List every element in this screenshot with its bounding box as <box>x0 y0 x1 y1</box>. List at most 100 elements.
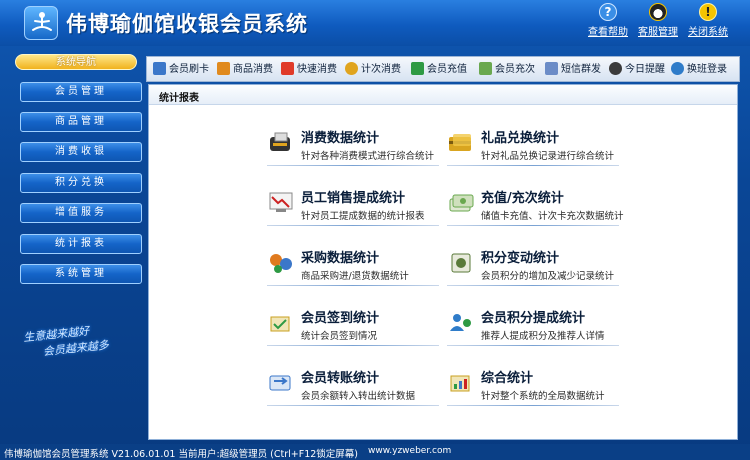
help-icon: ? <box>599 3 617 21</box>
card-divider <box>447 285 619 286</box>
section-header: 统计报表 <box>149 85 737 105</box>
close-system-button[interactable]: ! 关闭系统 <box>684 3 732 41</box>
toolbar-shift-login-button[interactable]: 换班登录 <box>671 61 727 79</box>
toolbar-label: 今日提醒 <box>625 64 665 75</box>
card-divider <box>267 345 439 346</box>
toolbar-label: 商品消费 <box>233 64 273 75</box>
card-title: 积分变动统计 <box>481 251 560 266</box>
status-bar: 伟博瑜伽馆会员管理系统 V21.06.01.01 当前用户:超级管理员 (Ctr… <box>0 444 750 460</box>
main-panel: 统计报表 消费数据统计 针对各种消费模式进行综合统计 礼品兑换统计 针对礼品兑换… <box>148 84 738 440</box>
card-desc: 储值卡充值、计次卡充次数据统计 <box>481 211 624 222</box>
card-desc: 商品采购进/退货数据统计 <box>301 271 409 282</box>
report-card-signin[interactable]: 会员签到统计 统计会员签到情况 <box>267 307 439 353</box>
sidebar-item-cashier[interactable]: 消费收银 <box>20 142 142 162</box>
sidebar-item-member-management[interactable]: 会员管理 <box>20 82 142 102</box>
sidebar-item-points-exchange[interactable]: 积分兑换 <box>20 173 142 193</box>
report-card-points-change[interactable]: 积分变动统计 会员积分的增加及减少记录统计 <box>447 247 619 293</box>
toolbar-member-recharge-button[interactable]: 会员充值 <box>411 61 467 79</box>
customer-service-button[interactable]: 客服管理 <box>634 3 682 41</box>
card-divider <box>267 405 439 406</box>
times-icon <box>479 62 492 75</box>
report-card-referral-points[interactable]: 会员积分提成统计 推荐人提成积分及推荐人详情 <box>447 307 619 353</box>
sidebar-title: 系统导航 <box>15 54 137 70</box>
sales-chart-icon <box>267 191 295 215</box>
toolbar-label: 会员充值 <box>427 64 467 75</box>
fast-icon <box>281 62 294 75</box>
gift-card-icon <box>447 131 475 155</box>
points-icon <box>447 251 475 275</box>
card-title: 会员签到统计 <box>301 311 380 326</box>
report-card-summary[interactable]: 综合统计 针对整个系统的全局数据统计 <box>447 367 619 413</box>
card-title: 会员转账统计 <box>301 371 380 386</box>
card-title: 综合统计 <box>481 371 534 386</box>
yoga-logo-icon <box>24 6 58 40</box>
toolbar-member-times-button[interactable]: 会员充次 <box>479 61 535 79</box>
goods-icon <box>217 62 230 75</box>
shift-icon <box>671 62 684 75</box>
sidebar-item-reports[interactable]: 统计报表 <box>20 234 142 254</box>
card-desc: 针对礼品兑换记录进行综合统计 <box>481 151 615 162</box>
summary-icon <box>447 371 475 395</box>
card-divider <box>447 225 619 226</box>
card-desc: 统计会员签到情况 <box>301 331 378 342</box>
card-divider <box>447 345 619 346</box>
sidebar: 系统导航 会员管理 商品管理 消费收银 积分兑换 增值服务 统计报表 系统管理 … <box>12 54 142 440</box>
signin-icon <box>267 311 295 335</box>
app-window: 伟博瑜伽馆收银会员系统 ? 查看帮助 客服管理 ! 关闭系统 系统导航 会员管理… <box>0 0 750 460</box>
card-desc: 针对整个系统的全局数据统计 <box>481 391 605 402</box>
pos-machine-icon <box>267 131 295 155</box>
status-url: www.yzweber.com <box>368 446 452 456</box>
header-bar: 伟博瑜伽馆收银会员系统 ? 查看帮助 客服管理 ! 关闭系统 <box>0 0 750 46</box>
customer-service-label: 客服管理 <box>638 27 678 38</box>
toolbar-today-reminder-button[interactable]: 今日提醒 <box>609 61 665 79</box>
toolbar-label: 换班登录 <box>687 64 727 75</box>
toolbar-count-consume-button[interactable]: 计次消费 <box>345 61 401 79</box>
report-card-consumption[interactable]: 消费数据统计 针对各种消费模式进行综合统计 <box>267 127 439 173</box>
sidebar-item-value-added[interactable]: 增值服务 <box>20 203 142 223</box>
card-divider <box>447 165 619 166</box>
help-button[interactable]: ? 查看帮助 <box>584 3 632 41</box>
report-card-recharge[interactable]: 充值/充次统计 储值卡充值、计次卡充次数据统计 <box>447 187 624 233</box>
sidebar-item-system-management[interactable]: 系统管理 <box>20 264 142 284</box>
card-divider <box>267 285 439 286</box>
app-title: 伟博瑜伽馆收银会员系统 <box>66 12 308 36</box>
card-title: 会员积分提成统计 <box>481 311 586 326</box>
report-card-gift-exchange[interactable]: 礼品兑换统计 针对礼品兑换记录进行综合统计 <box>447 127 619 173</box>
report-card-transfer[interactable]: 会员转账统计 会员余额转入转出统计数据 <box>267 367 439 413</box>
toolbar-label: 会员刷卡 <box>169 64 209 75</box>
card-desc: 会员余额转入转出统计数据 <box>301 391 416 402</box>
toolbar-label: 会员充次 <box>495 64 535 75</box>
purchase-icon <box>267 251 295 275</box>
toolbar-goods-consume-button[interactable]: 商品消费 <box>217 61 273 79</box>
toolbar-label: 快速消费 <box>297 64 337 75</box>
status-text: 伟博瑜伽馆会员管理系统 V21.06.01.01 当前用户:超级管理员 (Ctr… <box>4 449 359 460</box>
card-divider <box>447 405 619 406</box>
toolbar-fast-consume-button[interactable]: 快速消费 <box>281 61 337 79</box>
card-title: 消费数据统计 <box>301 131 380 146</box>
card-desc: 会员积分的增加及减少记录统计 <box>481 271 615 282</box>
referral-icon <box>447 311 475 335</box>
toolbar-sms-button[interactable]: 短信群发 <box>545 61 601 79</box>
help-button-label: 查看帮助 <box>588 27 628 38</box>
card-desc: 针对各种消费模式进行综合统计 <box>301 151 435 162</box>
toolbar-member-swipe-button[interactable]: 会员刷卡 <box>153 61 209 79</box>
card-divider <box>267 165 439 166</box>
card-desc: 推荐人提成积分及推荐人详情 <box>481 331 605 342</box>
card-title: 礼品兑换统计 <box>481 131 560 146</box>
penguin-icon <box>649 3 667 21</box>
close-system-label: 关闭系统 <box>688 27 728 38</box>
toolbar-label: 计次消费 <box>361 64 401 75</box>
card-icon <box>153 62 166 75</box>
report-card-staff-commission[interactable]: 员工销售提成统计 针对员工提成数据的统计报表 <box>267 187 439 233</box>
transfer-icon <box>267 371 295 395</box>
card-title: 采购数据统计 <box>301 251 380 266</box>
sms-icon <box>545 62 558 75</box>
clock-icon <box>609 62 622 75</box>
count-icon <box>345 62 358 75</box>
report-card-purchase[interactable]: 采购数据统计 商品采购进/退货数据统计 <box>267 247 439 293</box>
sidebar-item-goods-management[interactable]: 商品管理 <box>20 112 142 132</box>
card-desc: 针对员工提成数据的统计报表 <box>301 211 425 222</box>
card-title: 充值/充次统计 <box>481 191 564 206</box>
warning-icon: ! <box>699 3 717 21</box>
card-title: 员工销售提成统计 <box>301 191 406 206</box>
